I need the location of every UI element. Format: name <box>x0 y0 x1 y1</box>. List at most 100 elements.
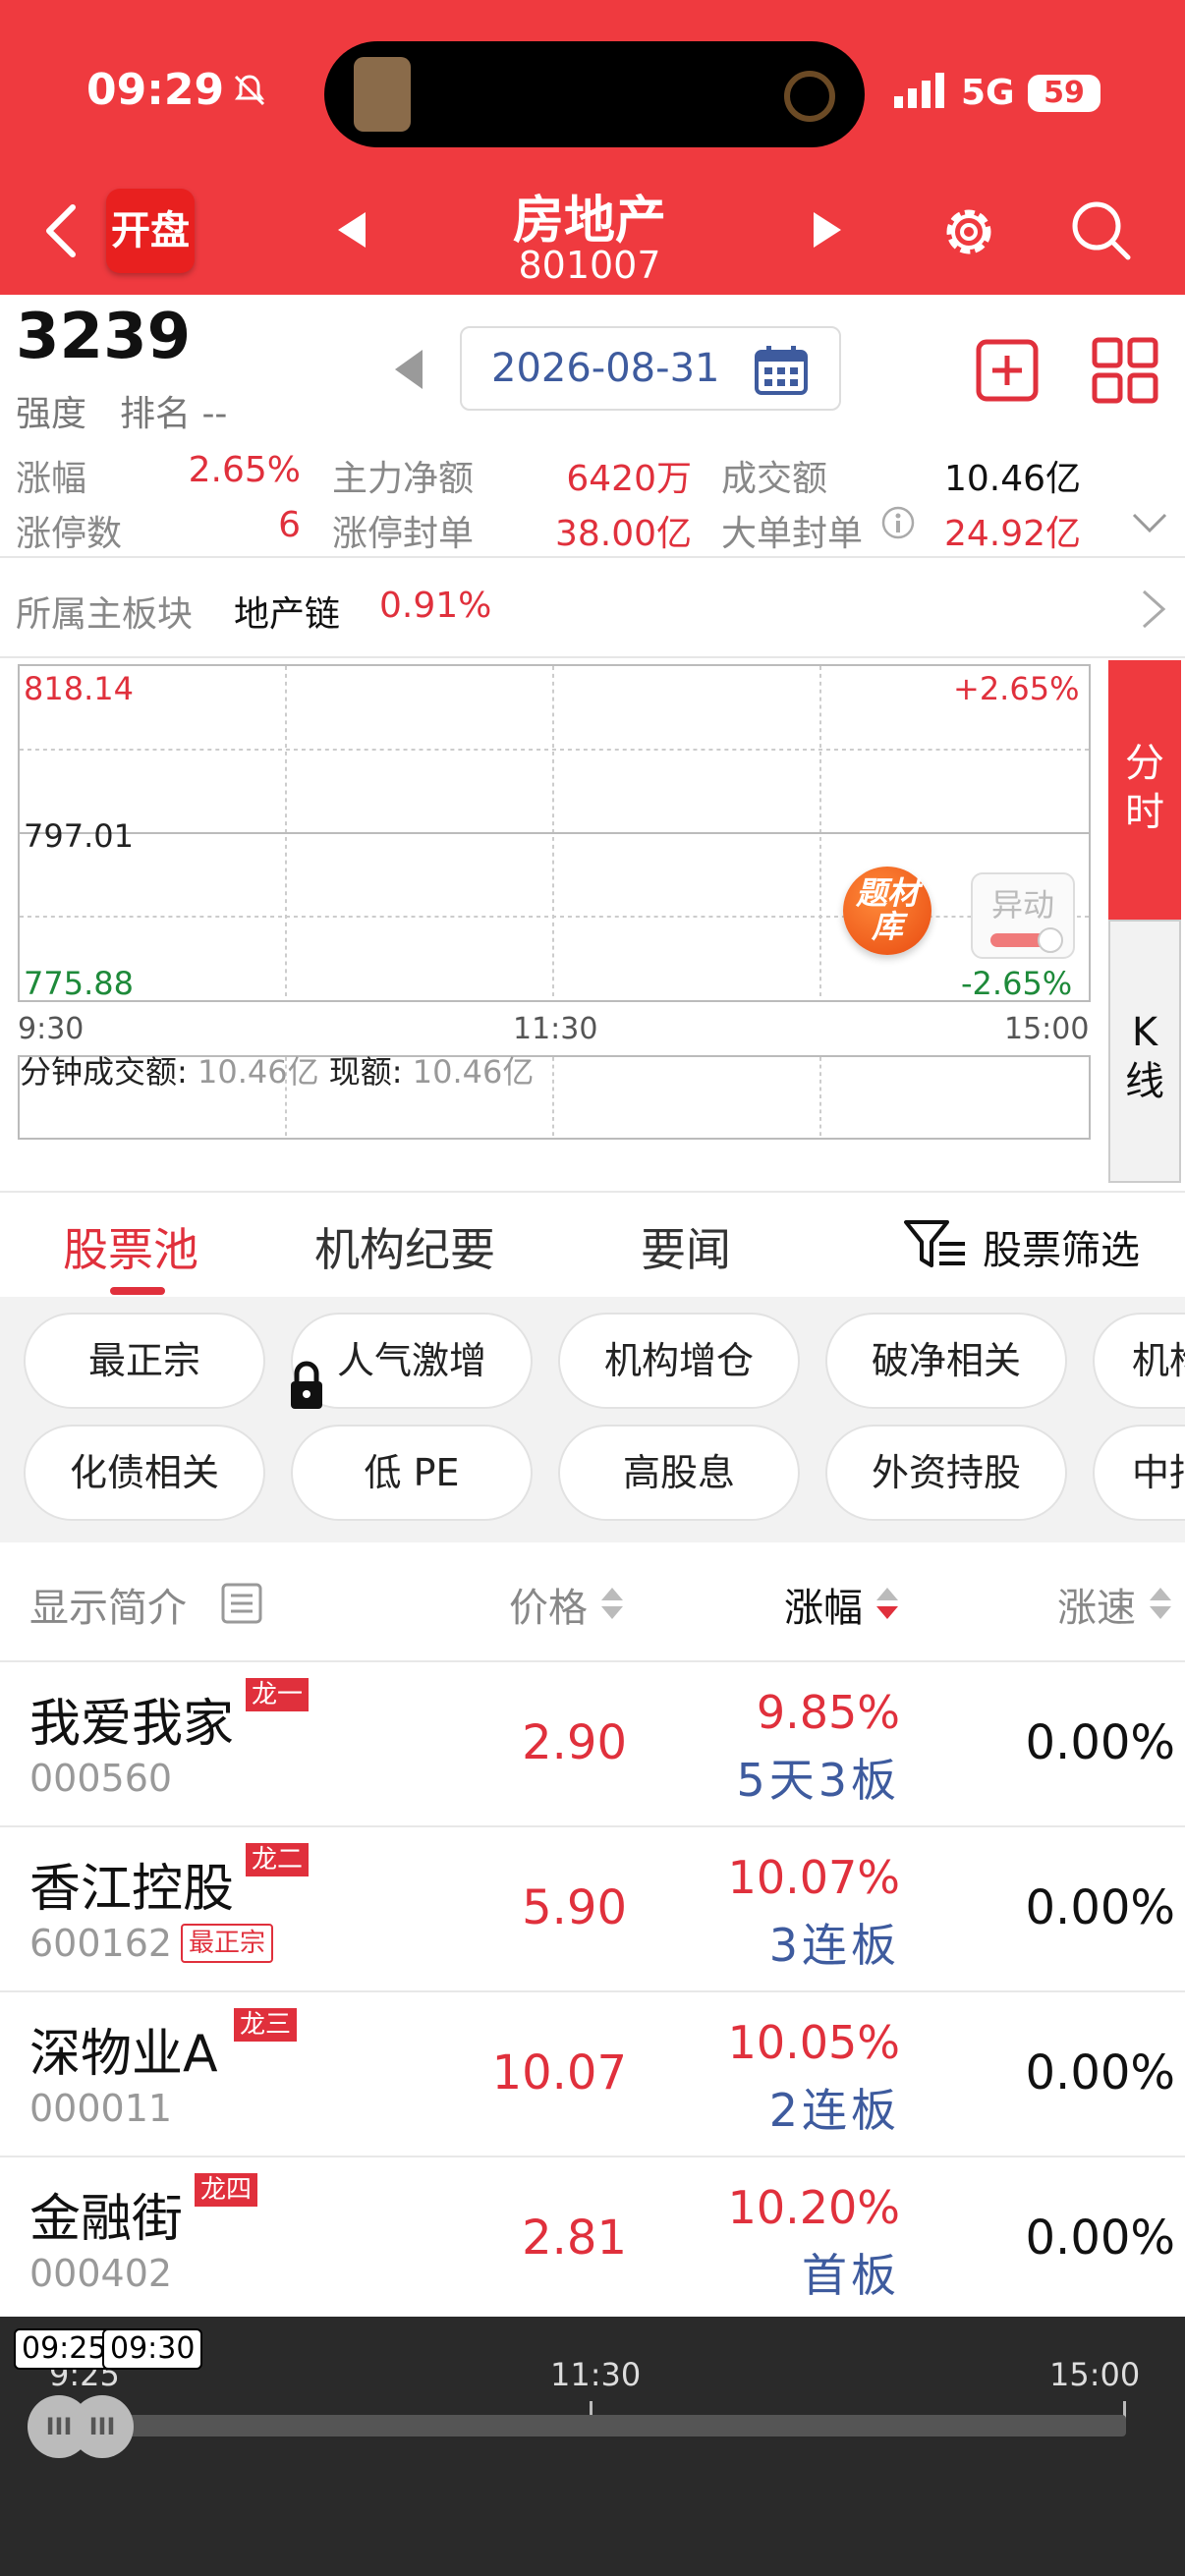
stock-price: 5.90 <box>522 1880 627 1935</box>
limit-up-note: 5天3板 <box>736 1754 900 1807</box>
chart-low-price: 775.88 <box>24 965 134 1002</box>
limit-up-note: 2连板 <box>768 2084 900 2137</box>
chip-jigou-partial[interactable]: 机构 <box>1093 1313 1185 1409</box>
activity-ring-icon <box>784 71 835 122</box>
stat-value-limit-up-count: 6 <box>278 505 301 545</box>
chip-huazhai[interactable]: 化债相关 <box>24 1425 265 1521</box>
tab-kxian[interactable]: K线 <box>1108 920 1181 1183</box>
signal-icon <box>894 73 944 108</box>
chip-jigou-zengcang[interactable]: 机构增仓 <box>558 1313 800 1409</box>
yidong-toggle[interactable]: 异动 <box>971 872 1075 959</box>
dragon-rank-badge: 龙一 <box>246 1678 310 1711</box>
rank-label: 排名 -- <box>120 394 228 434</box>
stat-label-turnover: 成交额 <box>721 459 828 499</box>
chip-gaoguxi[interactable]: 高股息 <box>558 1425 800 1521</box>
stock-code: 000402 <box>29 2252 173 2295</box>
lock-icon <box>291 1361 322 1409</box>
time-mid: 11:30 <box>513 1012 598 1046</box>
stat-label-change: 涨幅 <box>16 459 87 499</box>
ticai-library-button[interactable]: 题材库 <box>843 867 931 955</box>
chip-pojing[interactable]: 破净相关 <box>825 1313 1067 1409</box>
stock-name: 深物业A <box>29 2025 218 2084</box>
sort-icon <box>1150 1588 1171 1619</box>
tab-stock-pool[interactable]: 股票池 <box>63 1214 198 1279</box>
row-divider <box>0 1660 1185 1662</box>
timeline-end-label: 15:00 <box>1049 2356 1141 2393</box>
minute-vol-label: 分钟成交额: <box>20 1053 188 1091</box>
time-end: 15:00 <box>1004 1012 1090 1046</box>
chip-zuizhengzong[interactable]: 最正宗 <box>24 1313 265 1409</box>
dragon-rank-badge: 龙三 <box>234 2008 298 2042</box>
chevron-right-icon[interactable] <box>1140 588 1167 631</box>
stock-price: 10.07 <box>491 2045 627 2100</box>
page-title: 房地产 <box>512 192 666 251</box>
chip-renqi[interactable]: 人气激增 <box>291 1313 533 1409</box>
gear-icon[interactable] <box>937 200 1000 263</box>
strength-label: 强度 <box>16 394 87 434</box>
stock-filter-label[interactable]: 股票筛选 <box>983 1218 1140 1275</box>
stock-speed: 0.00% <box>1025 2045 1175 2100</box>
header-price[interactable]: 价格 <box>509 1576 588 1633</box>
chart-high-price: 818.14 <box>24 670 134 707</box>
row-divider <box>0 2156 1185 2157</box>
chip-waizi[interactable]: 外资持股 <box>825 1425 1067 1521</box>
tab-kxian-label: K线 <box>1125 1010 1164 1104</box>
sort-desc-icon <box>876 1588 898 1619</box>
date-prev-icon[interactable] <box>391 348 424 391</box>
stock-name: 金融街 <box>29 2190 184 2249</box>
list-toggle-icon[interactable] <box>220 1582 263 1625</box>
strength-value: 3239 <box>16 301 192 373</box>
tab-fenshi-label: 分时 <box>1125 741 1164 835</box>
chip-zhongbao-partial[interactable]: 中报 <box>1093 1425 1185 1521</box>
search-icon[interactable] <box>1069 198 1132 261</box>
stock-code: 000011 <box>29 2087 173 2130</box>
dragon-rank-badge: 龙四 <box>195 2173 258 2207</box>
stock-price: 2.90 <box>522 1715 627 1770</box>
stock-price: 2.81 <box>522 2211 627 2266</box>
header-change[interactable]: 涨幅 <box>784 1576 863 1633</box>
stock-name: 香江控股 <box>29 1860 235 1919</box>
battery-level: 59 <box>1028 75 1100 112</box>
stock-speed: 0.00% <box>1025 1880 1175 1935</box>
header-speed[interactable]: 涨速 <box>1057 1576 1136 1633</box>
back-icon[interactable] <box>39 201 83 260</box>
timeline-end-handle[interactable]: III <box>71 2395 134 2458</box>
main-board-name[interactable]: 地产链 <box>234 586 340 637</box>
kaipan-button[interactable]: 开盘 <box>106 189 195 273</box>
stock-name: 我爱我家 <box>29 1695 235 1754</box>
stock-code: 000560 <box>29 1757 173 1800</box>
stock-code: 600162 <box>29 1922 173 1965</box>
prev-sector-icon[interactable] <box>334 210 369 250</box>
yidong-label: 异动 <box>990 886 1054 924</box>
sector-code: 801007 <box>518 244 661 287</box>
now-vol-value: 10.46亿 <box>412 1053 535 1091</box>
timeline-track[interactable] <box>39 2415 1126 2436</box>
divider <box>0 1191 1185 1193</box>
chart-high-pct: +2.65% <box>953 670 1080 707</box>
next-sector-icon[interactable] <box>810 210 845 250</box>
tab-active-indicator <box>110 1287 165 1295</box>
date-picker[interactable]: 2026-08-31 <box>460 326 841 411</box>
chip-low-pe[interactable]: 低 PE <box>291 1425 533 1521</box>
time-start: 9:30 <box>18 1012 85 1046</box>
dynamic-island <box>324 41 865 147</box>
network-type: 5G <box>961 73 1015 113</box>
tab-news[interactable]: 要闻 <box>641 1214 731 1279</box>
tab-fenshi[interactable]: 分时 <box>1108 660 1181 920</box>
header-name[interactable]: 显示简介 <box>29 1576 187 1633</box>
zuizhengzong-badge: 最正宗 <box>181 1924 274 1963</box>
dragon-rank-badge: 龙二 <box>246 1843 310 1876</box>
add-watchlist-icon[interactable] <box>975 338 1040 403</box>
intraday-chart[interactable] <box>18 664 1091 1002</box>
filter-icon[interactable] <box>904 1218 967 1271</box>
chevron-down-icon[interactable] <box>1130 511 1169 536</box>
stat-value-change: 2.65% <box>188 450 301 490</box>
grid-layout-icon[interactable] <box>1091 336 1159 405</box>
limit-up-note: 首板 <box>802 2249 900 2302</box>
divider <box>0 556 1185 558</box>
mute-bell-icon <box>234 75 265 106</box>
tab-institution-notes[interactable]: 机构纪要 <box>314 1214 495 1279</box>
stat-value-limit-order: 38.00亿 <box>554 514 692 554</box>
row-divider <box>0 1990 1185 1992</box>
stock-change: 9.85% <box>756 1686 900 1739</box>
